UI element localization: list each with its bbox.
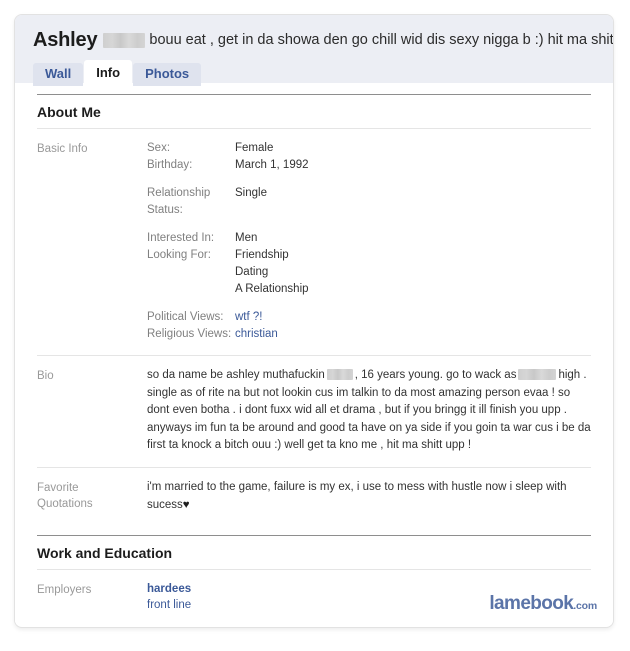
section-heading-work-and-education: Work and Education <box>37 535 591 569</box>
field-label-political-views: Political Views: <box>147 311 224 323</box>
heart-icon: ♥ <box>182 498 190 511</box>
field-sex: Sex: Female <box>147 140 591 157</box>
field-label-looking-for: Looking For: <box>147 249 211 261</box>
looking-for-item: A Relationship <box>235 283 309 295</box>
row-basic-info: Basic Info Sex: Female Birthday: March 1… <box>37 128 591 355</box>
field-birthday: Birthday: March 1, 1992 <box>147 157 591 174</box>
bio-redaction-block-2 <box>518 369 557 381</box>
field-label-birthday: Birthday: <box>147 159 193 171</box>
row-label-employers: Employers <box>37 584 92 597</box>
bio-content: so da name be ashley muthafuckin , 16 yea… <box>147 367 591 455</box>
field-value-relationship-status: Single <box>235 187 267 199</box>
field-religious-views: Religious Views: christian <box>147 326 591 343</box>
profile-body: About Me Basic Info Sex: Female Birthday… <box>15 94 613 626</box>
field-relationship-status: Relationship Status: Single <box>147 185 591 219</box>
profile-name[interactable]: Ashley <box>33 29 98 51</box>
status-text: bouu eat , get in da showa den go chill … <box>149 32 613 48</box>
field-value-birthday: March 1, 1992 <box>235 159 309 171</box>
row-label-bio: Bio <box>37 370 54 382</box>
bio-text-part1: so da name be ashley muthafuckin <box>147 369 325 381</box>
section-heading-about-me: About Me <box>37 94 591 128</box>
watermark-tld: .com <box>573 600 597 612</box>
row-favorite-quotations: Favorite Quotations i'm married to the ga… <box>37 466 591 526</box>
field-value-religious-views[interactable]: christian <box>235 326 278 343</box>
field-value-interested-in: Men <box>235 232 258 244</box>
page-background: Ashley bouu eat , get in da showa den go … <box>0 0 630 651</box>
row-label-line-2: Quotations <box>37 497 93 510</box>
tab-photos[interactable]: Photos <box>133 63 202 86</box>
field-label-sex: Sex: <box>147 142 171 154</box>
quote-body: i'm married to the game, failure is my e… <box>147 480 567 511</box>
profile-tabs: Wall Info Photos <box>33 60 613 86</box>
row-label-line-1: Favorite <box>37 481 79 494</box>
field-interested-in: Interested In: Men <box>147 230 591 247</box>
basic-info-group: Relationship Status: Single <box>147 185 591 219</box>
name-redaction-block <box>103 32 146 48</box>
field-label-interested-in: Interested In: <box>147 232 215 244</box>
bio-redaction-block-1 <box>326 369 353 381</box>
field-looking-for: Looking For: Friendship Dating A Relatio… <box>147 247 591 298</box>
field-label-religious-views: Religious Views: <box>147 328 232 340</box>
basic-info-group: Interested In: Men Looking For: Friendsh… <box>147 230 591 298</box>
field-label-relationship-status: Relationship Status: <box>147 187 211 216</box>
field-value-looking-for: Friendship Dating A Relationship <box>235 247 309 298</box>
favorite-quotations-text: i'm married to the game, failure is my e… <box>147 479 591 514</box>
status-line: Ashley bouu eat , get in da showa den go … <box>15 25 613 55</box>
field-value-political-views[interactable]: wtf ?! <box>235 309 262 326</box>
tab-wall[interactable]: Wall <box>33 63 84 86</box>
row-bio: Bio so da name be ashley muthafuckin , 16… <box>37 355 591 467</box>
lamebook-watermark: lamebook.com <box>489 594 597 613</box>
bio-text: so da name be ashley muthafuckin , 16 yea… <box>147 367 591 455</box>
row-label-favorite-quotations: Favorite Quotations <box>37 479 147 514</box>
basic-info-group: Political Views: wtf ?! Religious Views:… <box>147 309 591 343</box>
favorite-quotations-content: i'm married to the game, failure is my e… <box>147 479 591 514</box>
field-value-sex: Female <box>235 142 274 154</box>
tab-info[interactable]: Info <box>84 60 133 86</box>
bio-text-part2: , 16 years young. go to wack as <box>354 369 517 381</box>
bio-text-part3: high . single as of rite na but not look… <box>147 369 591 452</box>
profile-header: Ashley bouu eat , get in da showa den go … <box>15 15 613 86</box>
watermark-name: lamebook <box>489 593 574 614</box>
looking-for-item: Friendship <box>235 249 289 261</box>
field-political-views: Political Views: wtf ?! <box>147 309 591 326</box>
basic-info-group: Sex: Female Birthday: March 1, 1992 <box>147 140 591 174</box>
looking-for-item: Dating <box>235 266 269 278</box>
profile-card: Ashley bouu eat , get in da showa den go … <box>14 14 614 628</box>
row-label-basic-info: Basic Info <box>37 143 88 155</box>
basic-info-content: Sex: Female Birthday: March 1, 1992 Rela… <box>147 140 591 343</box>
